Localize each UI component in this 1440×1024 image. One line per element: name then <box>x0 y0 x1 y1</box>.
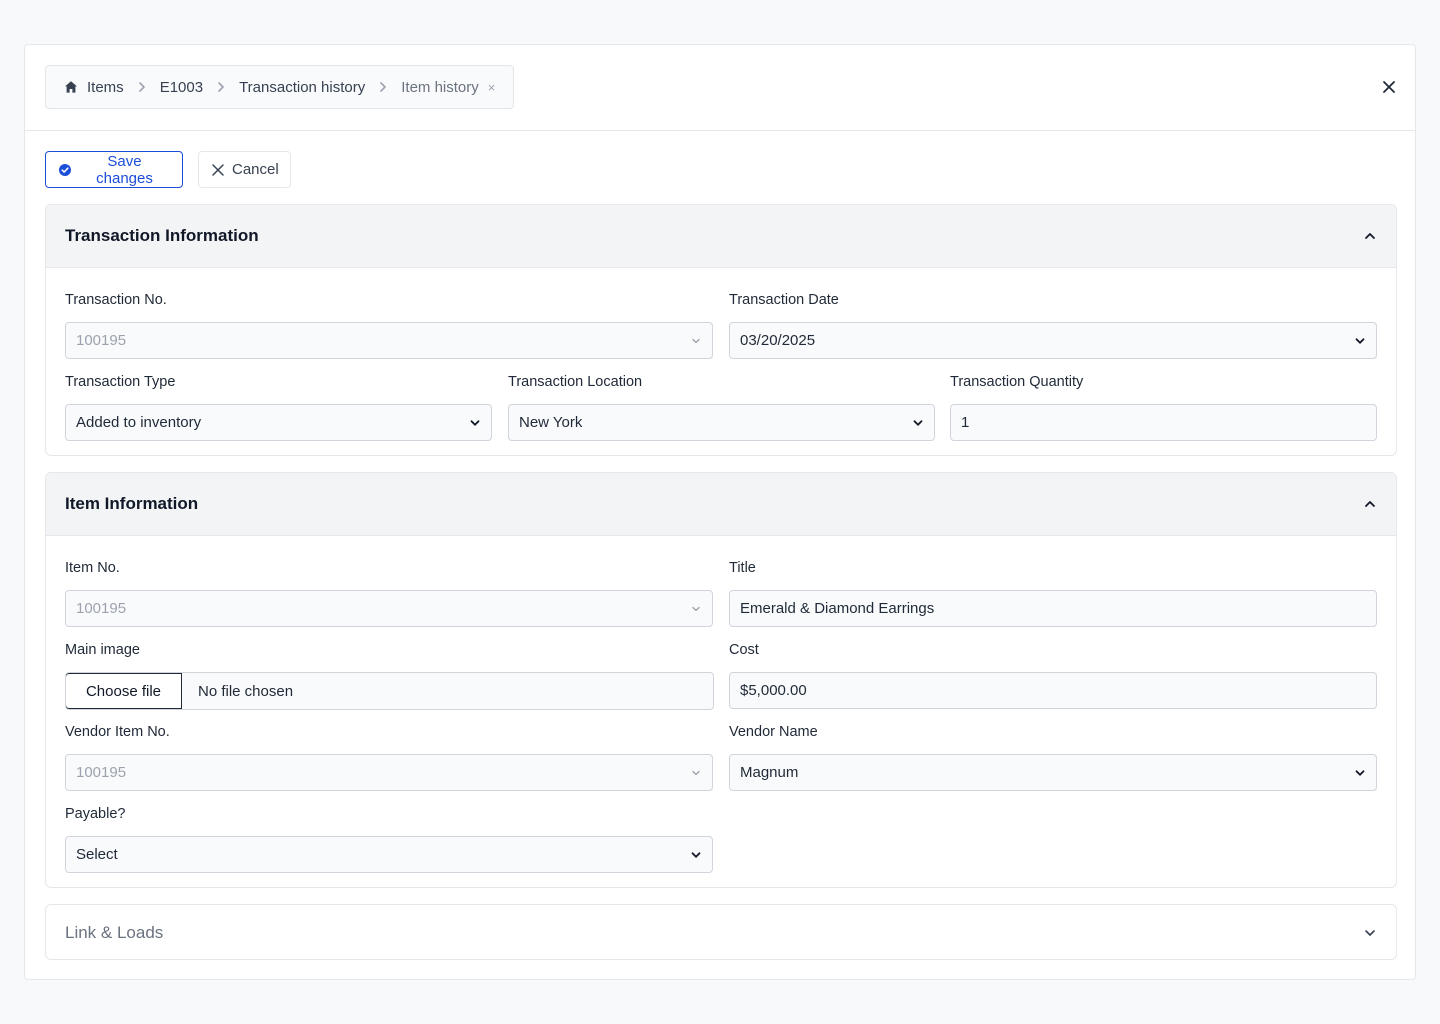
breadcrumb-item-current: Item history <box>401 78 479 96</box>
home-icon[interactable] <box>64 80 78 94</box>
field-label: Cost <box>729 642 759 658</box>
field-value: 1 <box>961 414 970 431</box>
field-value: Emerald & Diamond Earrings <box>740 600 935 617</box>
field-value: 03/20/2025 <box>740 332 816 349</box>
main-image-file-input[interactable]: Choose file No file chosen <box>65 672 714 710</box>
chevron-up-icon[interactable] <box>1363 497 1377 511</box>
field-label: Transaction Date <box>729 292 839 308</box>
transaction-type-select[interactable]: Added to inventory <box>65 404 492 441</box>
transaction-quantity-field: Transaction Quantity 1 <box>950 373 1377 443</box>
title-input[interactable]: Emerald & Diamond Earrings <box>729 590 1377 627</box>
vendor-item-no-select[interactable]: 100195 <box>65 754 713 791</box>
link-loads-section: Link & Loads <box>45 904 1397 960</box>
close-icon[interactable] <box>1379 77 1399 97</box>
field-label: Transaction No. <box>65 292 167 308</box>
item-information-section: Item Information Item No. 100195 Title E… <box>45 472 1397 888</box>
breadcrumb-item-transaction-history[interactable]: Transaction history <box>239 79 365 96</box>
section-title: Link & Loads <box>65 922 164 942</box>
chevron-right-icon <box>376 80 390 94</box>
field-label: Main image <box>65 642 140 658</box>
field-value: 100195 <box>76 600 127 617</box>
field-label: Item No. <box>65 560 120 576</box>
x-icon <box>211 163 225 177</box>
cost-field: Cost $5,000.00 <box>729 641 1377 711</box>
payable-field: Payable? Select <box>65 805 713 875</box>
field-label: Transaction Location <box>508 374 643 390</box>
field-label: Payable? <box>65 806 126 822</box>
transaction-date-select[interactable]: 03/20/2025 <box>729 322 1377 359</box>
chevron-right-icon <box>214 80 228 94</box>
chevron-up-icon[interactable] <box>1363 229 1377 243</box>
field-label: Vendor Item No. <box>65 724 170 740</box>
payable-select[interactable]: Select <box>65 836 713 873</box>
field-value: 100195 <box>76 332 127 349</box>
transaction-type-field: Transaction Type Added to inventory <box>65 373 492 443</box>
check-badge-icon <box>58 163 72 177</box>
chevron-down-icon <box>912 417 924 429</box>
vendor-item-no-field: Vendor Item No. 100195 <box>65 723 713 793</box>
transaction-quantity-input[interactable]: 1 <box>950 404 1377 441</box>
link-loads-header[interactable]: Link & Loads <box>46 905 1396 959</box>
chevron-down-icon <box>690 849 702 861</box>
cancel-button[interactable]: Cancel <box>198 151 291 188</box>
panel-header: Items E1003 Transaction history Item his… <box>25 45 1415 131</box>
choose-file-button[interactable]: Choose file <box>66 673 182 709</box>
vendor-name-select[interactable]: Magnum <box>729 754 1377 791</box>
field-value: Added to inventory <box>76 414 202 431</box>
edit-transaction-panel: Items E1003 Transaction history Item his… <box>24 44 1416 980</box>
item-no-field: Item No. 100195 <box>65 559 713 629</box>
section-title: Transaction Information <box>65 226 259 245</box>
vendor-name-field: Vendor Name Magnum <box>729 723 1377 793</box>
field-value: Select <box>76 846 118 863</box>
field-label: Vendor Name <box>729 724 818 740</box>
main-image-field: Main image Choose file No file chosen <box>65 641 714 711</box>
chevron-down-icon <box>1354 767 1366 779</box>
field-label: Title <box>729 560 756 576</box>
save-changes-button[interactable]: Save changes <box>45 151 183 188</box>
chevron-down-icon <box>469 417 481 429</box>
field-label: Transaction Quantity <box>950 374 1084 390</box>
chevron-down-icon <box>690 603 702 615</box>
item-information-header[interactable]: Item Information <box>46 473 1396 536</box>
transaction-date-field: Transaction Date 03/20/2025 <box>729 291 1377 361</box>
cancel-label: Cancel <box>232 161 279 178</box>
item-no-select[interactable]: 100195 <box>65 590 713 627</box>
chevron-right-icon <box>135 80 149 94</box>
action-bar: Save changes Cancel <box>45 151 291 188</box>
breadcrumb-item-items[interactable]: Items <box>87 79 124 96</box>
breadcrumb-item-e1003[interactable]: E1003 <box>160 79 203 96</box>
chevron-down-icon[interactable] <box>1363 926 1377 940</box>
breadcrumb-remove-icon[interactable]: × <box>488 80 496 95</box>
transaction-location-field: Transaction Location New York <box>508 373 935 443</box>
field-label: Transaction Type <box>65 374 176 390</box>
field-value: New York <box>519 414 583 431</box>
breadcrumb: Items E1003 Transaction history Item his… <box>45 65 515 109</box>
chevron-down-icon <box>690 767 702 779</box>
transaction-information-header[interactable]: Transaction Information <box>46 205 1396 268</box>
chevron-down-icon <box>1354 335 1366 347</box>
save-changes-label: Save changes <box>96 152 153 187</box>
chevron-down-icon <box>690 335 702 347</box>
title-field: Title Emerald & Diamond Earrings <box>729 559 1377 629</box>
cost-input[interactable]: $5,000.00 <box>729 672 1377 709</box>
field-value: 100195 <box>76 764 127 781</box>
section-title: Item Information <box>65 494 199 513</box>
field-value: $5,000.00 <box>740 682 807 699</box>
file-status: No file chosen <box>198 682 294 700</box>
transaction-location-select[interactable]: New York <box>508 404 935 441</box>
transaction-information-section: Transaction Information Transaction No. … <box>45 204 1397 456</box>
transaction-no-select[interactable]: 100195 <box>65 322 713 359</box>
field-value: Magnum <box>740 764 799 781</box>
transaction-no-field: Transaction No. 100195 <box>65 291 713 361</box>
